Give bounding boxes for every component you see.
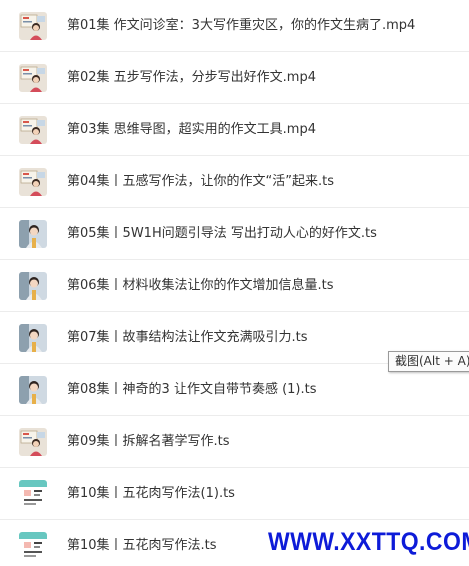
file-row[interactable]: 第02集 五步写作法，分步写出好作文.mp4 xyxy=(0,52,469,104)
video-thumbnail-icon xyxy=(19,64,47,92)
video-thumbnail-icon xyxy=(19,480,47,508)
file-row[interactable]: 第04集丨五感写作法，让你的作文“活”起来.ts xyxy=(0,156,469,208)
file-list: 第10集丨五花肉写作法.ts 第10集丨五花肉写作法(1).ts 第09集丨拆解名著… xyxy=(0,0,469,566)
file-name[interactable]: 第09集丨拆解名著学写作.ts xyxy=(67,416,230,468)
file-name[interactable]: 第10集丨五花肉写作法(1).ts xyxy=(67,468,235,520)
file-row[interactable]: 第10集丨五花肉写作法(1).ts xyxy=(0,468,469,520)
file-row[interactable]: 第09集丨拆解名著学写作.ts xyxy=(0,416,469,468)
file-name[interactable]: 第08集丨神奇的3 让作文自带节奏感 (1).ts xyxy=(67,364,317,416)
file-name[interactable]: 第07集丨故事结构法让作文充满吸引力.ts xyxy=(67,312,308,364)
file-row[interactable]: 第05集丨5W1H问题引导法 写出打动人心的好作文.ts xyxy=(0,208,469,260)
screenshot-tooltip: 截图(Alt + A) xyxy=(388,351,469,372)
video-thumbnail-icon xyxy=(19,532,47,560)
file-row[interactable]: 第03集 思维导图，超实用的作文工具.mp4 xyxy=(0,104,469,156)
watermark-text: WWW.XXTTQ.COM xyxy=(268,528,469,556)
file-row[interactable]: 第06集丨材料收集法让你的作文增加信息量.ts xyxy=(0,260,469,312)
file-name[interactable]: 第01集 作文问诊室：3大写作重灾区，你的作文生病了.mp4 xyxy=(67,0,415,52)
video-thumbnail-icon xyxy=(19,428,47,456)
video-thumbnail-icon xyxy=(19,272,47,300)
file-name[interactable]: 第02集 五步写作法，分步写出好作文.mp4 xyxy=(67,52,316,104)
video-thumbnail-icon xyxy=(19,168,47,196)
video-thumbnail-icon xyxy=(19,324,47,352)
video-thumbnail-icon xyxy=(19,12,47,40)
file-name[interactable]: 第06集丨材料收集法让你的作文增加信息量.ts xyxy=(67,260,334,312)
file-name[interactable]: 第05集丨5W1H问题引导法 写出打动人心的好作文.ts xyxy=(67,208,377,260)
file-name[interactable]: 第10集丨五花肉写作法.ts xyxy=(67,520,217,566)
video-thumbnail-icon xyxy=(19,220,47,248)
video-thumbnail-icon xyxy=(19,116,47,144)
video-thumbnail-icon xyxy=(19,376,47,404)
file-row[interactable]: 第01集 作文问诊室：3大写作重灾区，你的作文生病了.mp4 xyxy=(0,0,469,52)
file-name[interactable]: 第03集 思维导图，超实用的作文工具.mp4 xyxy=(67,104,316,156)
file-name[interactable]: 第04集丨五感写作法，让你的作文“活”起来.ts xyxy=(67,156,334,208)
